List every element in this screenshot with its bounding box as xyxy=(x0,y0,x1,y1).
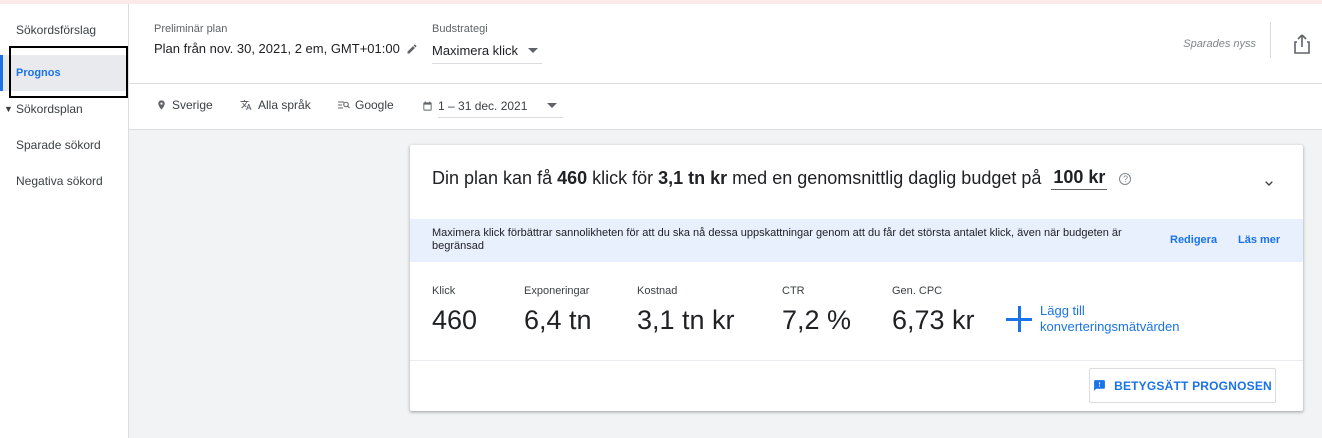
metric-clicks: Klick 460 xyxy=(432,285,477,336)
add-conversion-line1: Lägg till xyxy=(1040,303,1085,318)
plan-header: Preliminär plan Plan från nov. 30, 2021,… xyxy=(129,4,1322,84)
metric-label: Gen. CPC xyxy=(892,285,943,297)
help-icon[interactable]: ? xyxy=(1119,172,1132,185)
network-value: Google xyxy=(355,98,394,112)
plan-name[interactable]: Plan från nov. 30, 2021, 2 em, GMT+01:00 xyxy=(154,41,418,56)
translate-icon xyxy=(240,100,252,110)
sidebar-item-label: Sökordsplan xyxy=(16,102,83,116)
edit-link[interactable]: Redigera xyxy=(1170,234,1217,246)
calendar-icon xyxy=(423,101,432,111)
sidebar-item-keyword-plan[interactable]: ▼ Sökordsplan xyxy=(0,91,128,127)
sidebar-item-label: Sparade sökord xyxy=(16,138,101,152)
plus-icon xyxy=(1006,306,1032,332)
bid-strategy-select[interactable]: Maximera klick xyxy=(432,38,542,64)
sidebar-item-label: Sökordsförslag xyxy=(16,23,97,37)
sidebar-item-negative-keywords[interactable]: Negativa sökord xyxy=(0,163,128,199)
daily-budget-input[interactable]: 100 kr xyxy=(1051,167,1108,190)
location-pin-icon xyxy=(158,100,165,110)
location-value: Sverige xyxy=(172,98,213,112)
metric-label: CTR xyxy=(782,285,805,297)
summary-cost: 3,1 tn kr xyxy=(658,168,728,188)
date-range-select[interactable]: 1 – 31 dec. 2021 xyxy=(438,94,563,118)
caret-down-icon: ▼ xyxy=(4,104,13,114)
summary-clicks-word: klick för xyxy=(592,168,654,188)
header-divider xyxy=(1270,22,1271,58)
plan-name-text: Plan från nov. 30, 2021, 2 em, GMT+01:00 xyxy=(154,41,400,56)
metric-value: 6,73 kr xyxy=(892,305,975,335)
metric-value: 460 xyxy=(432,305,478,335)
metric-ctr: CTR 7,2 % xyxy=(782,285,851,336)
learn-more-link[interactable]: Läs mer xyxy=(1238,234,1280,246)
summary-clicks: 460 xyxy=(557,168,588,188)
add-conversion-text: Lägg till konverteringsmätvärden xyxy=(1040,303,1179,335)
dropdown-arrow-icon xyxy=(547,103,557,108)
metric-value: 3,1 tn kr xyxy=(637,305,735,335)
add-conversion-line2: konverteringsmätvärden xyxy=(1040,319,1180,334)
plan-label: Preliminär plan xyxy=(154,23,228,35)
metric-avg-cpc: Gen. CPC 6,73 kr xyxy=(892,285,975,336)
edit-pencil-icon[interactable] xyxy=(406,43,418,55)
metric-label: Kostnad xyxy=(637,285,678,297)
search-network-icon xyxy=(338,101,350,109)
metric-value: 7,2 % xyxy=(782,305,852,335)
sidebar-item-label: Negativa sökord xyxy=(16,174,103,188)
location-filter[interactable]: Sverige xyxy=(156,98,213,112)
language-filter[interactable]: Alla språk xyxy=(239,98,311,112)
share-icon[interactable] xyxy=(1290,32,1314,56)
info-banner: Maximera klick förbättrar sannolikheten … xyxy=(410,219,1303,262)
sidebar-item-label: Prognos xyxy=(16,67,61,79)
rate-forecast-button[interactable]: BETYGSÄTT PROGNOSEN xyxy=(1089,368,1276,403)
add-conversion-metrics-button[interactable]: Lägg till konverteringsmätvärden xyxy=(1006,303,1179,335)
sidebar-item-keyword-ideas[interactable]: Sökordsförslag xyxy=(0,12,128,48)
chevron-down-icon[interactable] xyxy=(1261,175,1277,191)
forecast-summary: Din plan kan få 460 klick för 3,1 tn kr … xyxy=(432,167,1132,190)
metric-impressions: Exponeringar 6,4 tn xyxy=(524,285,592,336)
filter-bar: Sverige Alla språk Google 1 – 31 dec. 20… xyxy=(129,84,1322,130)
forecast-card: Din plan kan få 460 klick för 3,1 tn kr … xyxy=(410,145,1303,411)
metric-label: Klick xyxy=(432,285,456,297)
metric-label: Exponeringar xyxy=(524,285,590,297)
sidebar-item-saved-keywords[interactable]: Sparade sökord xyxy=(0,127,128,163)
network-filter[interactable]: Google xyxy=(337,98,394,112)
metric-cost: Kostnad 3,1 tn kr xyxy=(637,285,735,336)
summary-middle: med en genomsnittlig daglig budget på xyxy=(732,168,1042,188)
summary-prefix: Din plan kan få xyxy=(432,168,553,188)
sidebar: Sökordsförslag Prognos ▼ Sökordsplan Spa… xyxy=(0,4,129,438)
bid-strategy-value: Maximera klick xyxy=(432,43,518,58)
banner-text: Maximera klick förbättrar sannolikheten … xyxy=(432,227,1122,252)
save-status: Sparades nyss xyxy=(1183,38,1256,50)
metric-value: 6,4 tn xyxy=(524,305,592,335)
sidebar-item-forecast[interactable]: Prognos xyxy=(0,55,128,91)
dropdown-arrow-icon xyxy=(528,48,538,53)
card-divider xyxy=(410,360,1303,361)
feedback-icon xyxy=(1094,380,1105,391)
date-range-value: 1 – 31 dec. 2021 xyxy=(438,98,528,113)
rate-forecast-label: BETYGSÄTT PROGNOSEN xyxy=(1114,378,1272,393)
bid-strategy-label: Budstrategi xyxy=(432,23,488,35)
language-value: Alla språk xyxy=(258,98,311,112)
